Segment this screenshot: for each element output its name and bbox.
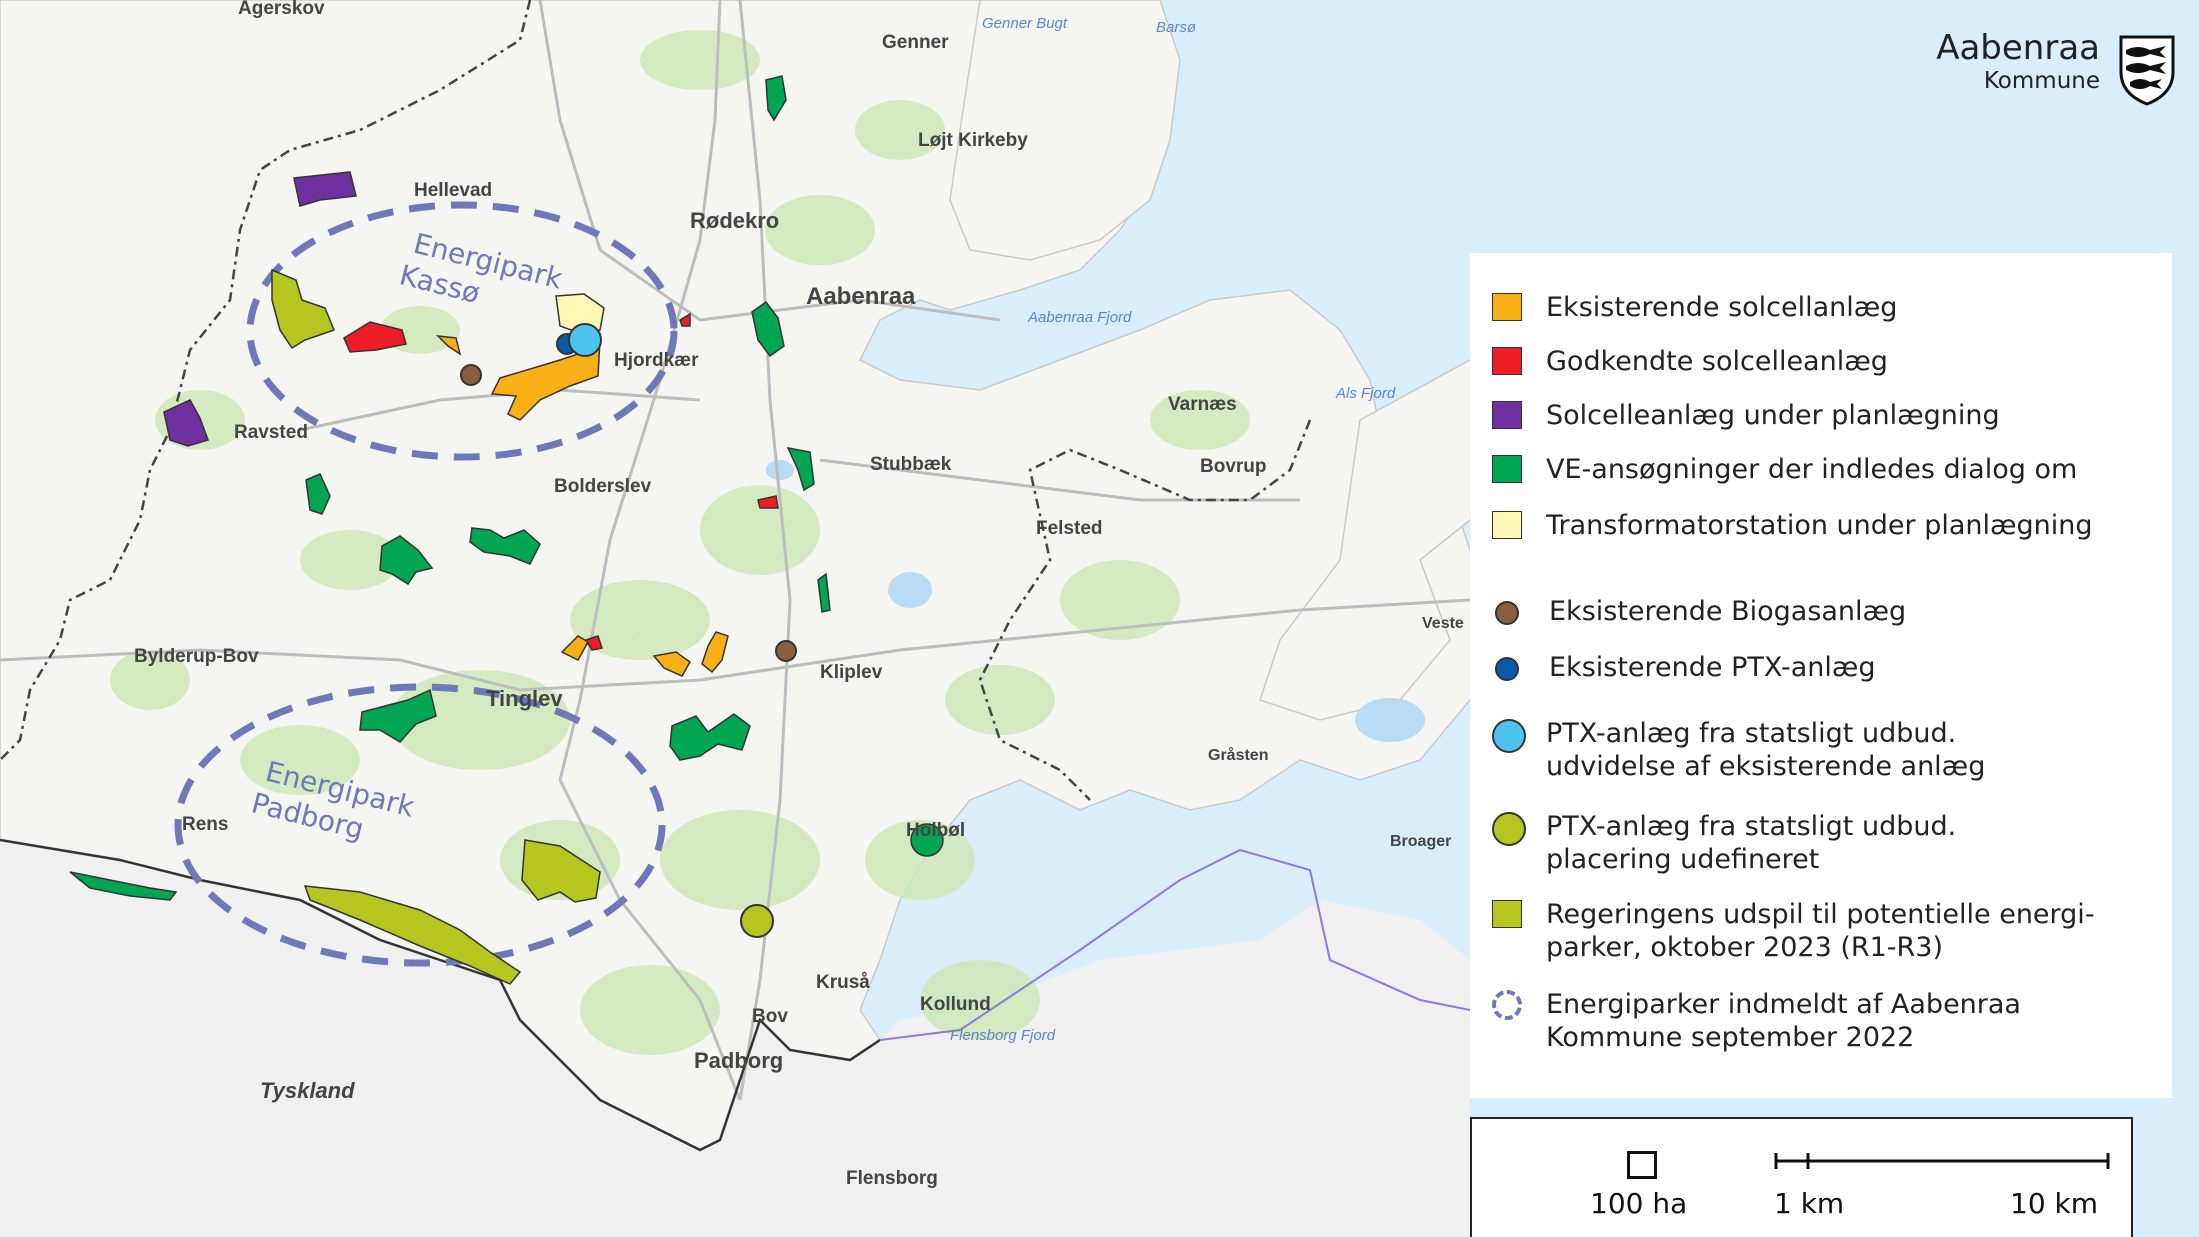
place-label: Rødekro: [690, 208, 779, 233]
legend-item-transformer: Transformatorstation under planlægning: [1492, 509, 2146, 542]
water-label: Aabenraa Fjord: [1027, 309, 1132, 326]
place-label: Varnæs: [1168, 394, 1237, 415]
scale-box: 100 ha 1 km 10 km: [1470, 1117, 2133, 1237]
place-label: Ravsted: [234, 422, 308, 443]
place-label: Stubbæk: [870, 454, 952, 475]
distance-scale-bar: [1774, 1153, 2110, 1169]
municipality-logo: Aabenraa Kommune: [1930, 28, 2176, 108]
legend-ring: [1492, 990, 1522, 1020]
place-label: Bovrup: [1200, 456, 1267, 477]
biogas-point: [460, 364, 482, 386]
legend-swatch: [1492, 293, 1522, 321]
scale-label-large: 10 km: [2010, 1187, 2099, 1220]
place-label: Gråsten: [1208, 746, 1268, 764]
place-label: Genner: [882, 32, 949, 53]
place-label: Tinglev: [486, 686, 563, 711]
legend-label: PTX-anlæg fra statsligt udbud. udvidelse…: [1546, 718, 1986, 782]
legend-item-government-parks: Regeringens udspil til potentielle energ…: [1492, 898, 2146, 964]
legend-label: Solcelleanlæg under planlægning: [1546, 400, 2000, 431]
logo-name: Aabenraa: [1936, 28, 2100, 68]
place-label: Bov: [752, 1006, 788, 1027]
place-label: Felsted: [1036, 518, 1103, 539]
place-label: Løjt Kirkeby: [918, 130, 1028, 151]
water-label: Barsø: [1156, 19, 1196, 36]
place-label: Kliplev: [820, 662, 883, 683]
area-scale-label: 100 ha: [1590, 1187, 1688, 1220]
biogas-point: [775, 640, 797, 662]
legend-dot: [1492, 719, 1526, 753]
scale-label-small: 1 km: [1774, 1187, 1845, 1220]
legend-swatch: [1492, 511, 1522, 539]
place-label: Holbøl: [906, 820, 965, 841]
logo-subtitle: Kommune: [1983, 68, 2100, 94]
legend-swatch: [1492, 900, 1522, 928]
legend-item-existing-solar: Eksisterende solcellanlæg: [1492, 291, 2146, 324]
legend-label: Transformatorstation under planlægning: [1546, 510, 2093, 541]
legend-item-planned-solar: Solcelleanlæg under planlægning: [1492, 399, 2146, 432]
place-label: Aabenraa: [806, 283, 916, 310]
legend-label: Regeringens udspil til potentielle energ…: [1546, 899, 2095, 963]
place-label: Hjordkær: [614, 350, 699, 371]
place-label: Flensborg: [846, 1168, 938, 1189]
place-label: Hellevad: [414, 180, 492, 201]
legend-item-approved-solar: Godkendte solcelleanlæg: [1492, 345, 2146, 378]
legend-dot: [1495, 657, 1519, 681]
water-label: Als Fjord: [1335, 385, 1396, 402]
ptx-expansion-point: [568, 323, 602, 357]
water-label: Flensborg Fjord: [950, 1027, 1056, 1044]
place-label: Veste: [1422, 615, 1464, 632]
place-label: Rens: [182, 814, 228, 835]
place-label: Broager: [1390, 833, 1451, 850]
legend-label: Godkendte solcelleanlæg: [1546, 346, 1888, 377]
legend-item-ptx-expansion: PTX-anlæg fra statsligt udbud. udvidelse…: [1492, 717, 2146, 783]
map-legend: Eksisterende solcellanlæg Godkendte solc…: [1470, 253, 2172, 1098]
ptx-undefined-point: [740, 904, 774, 938]
legend-label: PTX-anlæg fra statsligt udbud. placering…: [1546, 811, 1957, 875]
legend-item-municipality-parks: Energiparker indmeldt af Aabenraa Kommun…: [1492, 988, 2146, 1054]
place-label: Bolderslev: [554, 476, 652, 497]
country-label: Tyskland: [260, 1078, 355, 1103]
legend-item-ptx-existing: Eksisterende PTX-anlæg: [1492, 651, 2149, 684]
map-stage: Agerskov Genner Hellevad Rødekro Løjt Ki…: [0, 0, 2199, 1237]
area-scale-square: [1627, 1151, 1657, 1179]
place-label: Padborg: [694, 1048, 783, 1073]
legend-item-biogas: Eksisterende Biogasanlæg: [1492, 595, 2149, 628]
legend-label: Energiparker indmeldt af Aabenraa Kommun…: [1546, 989, 2021, 1053]
legend-label: Eksisterende solcellanlæg: [1546, 292, 1898, 323]
place-label: Kollund: [920, 994, 991, 1015]
place-label: Agerskov: [238, 0, 325, 19]
legend-label: VE-ansøgninger der indledes dialog om: [1546, 454, 2078, 485]
legend-dot: [1492, 812, 1526, 846]
legend-swatch: [1492, 347, 1522, 375]
legend-swatch: [1492, 401, 1522, 429]
water-label: Genner Bugt: [982, 15, 1068, 32]
legend-item-ve-applications: VE-ansøgninger der indledes dialog om: [1492, 453, 2146, 486]
coat-of-arms-icon: [2119, 35, 2175, 106]
legend-swatch: [1492, 455, 1522, 483]
place-label: Bylderup-Bov: [134, 646, 259, 667]
legend-dot: [1495, 601, 1519, 625]
legend-item-ptx-undefined: PTX-anlæg fra statsligt udbud. placering…: [1492, 810, 2146, 876]
legend-label: Eksisterende Biogasanlæg: [1549, 596, 1907, 627]
legend-label: Eksisterende PTX-anlæg: [1549, 652, 1876, 683]
place-label: Kruså: [816, 972, 870, 993]
